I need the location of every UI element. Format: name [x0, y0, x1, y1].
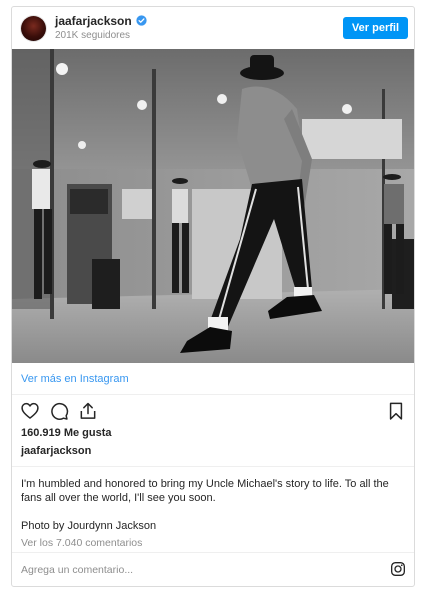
user-row: jaafarjackson	[55, 14, 147, 28]
likes-count[interactable]: 160.919 Me gusta	[12, 427, 414, 441]
username[interactable]: jaafarjackson	[55, 14, 132, 28]
view-comments-link[interactable]: Ver los 7.040 comentarios	[21, 536, 405, 550]
avatar[interactable]	[21, 15, 46, 41]
share-icon[interactable]	[78, 401, 98, 421]
post-header: jaafarjackson 201K seguidores Ver perfil	[12, 7, 414, 49]
user-info: jaafarjackson 201K seguidores	[55, 14, 147, 42]
heart-icon[interactable]	[20, 401, 40, 421]
comment-icon[interactable]	[49, 401, 69, 421]
followers-count: 201K seguidores	[55, 30, 131, 42]
view-profile-button[interactable]: Ver perfil	[342, 17, 408, 39]
post-photo[interactable]	[12, 49, 414, 363]
instagram-logo-icon[interactable]	[390, 561, 406, 577]
caption-section: I'm humbled and honored to bring my Uncl…	[12, 466, 414, 550]
bookmark-icon[interactable]	[386, 401, 406, 421]
photo-credit: Photo by Jourdynn Jackson	[21, 520, 157, 532]
comment-placeholder[interactable]: Agrega un comentario...	[21, 564, 133, 576]
photo-image	[12, 49, 414, 363]
verified-badge-icon	[136, 15, 147, 27]
instagram-embed: jaafarjackson 201K seguidores Ver perfil	[11, 6, 415, 587]
view-more-link[interactable]: Ver más en Instagram	[12, 363, 414, 395]
caption-text: I'm humbled and honored to bring my Uncl…	[21, 478, 389, 504]
post-owner-username[interactable]: jaafarjackson	[12, 445, 414, 459]
action-bar	[12, 395, 414, 427]
add-comment-field[interactable]: Agrega un comentario...	[12, 552, 414, 586]
